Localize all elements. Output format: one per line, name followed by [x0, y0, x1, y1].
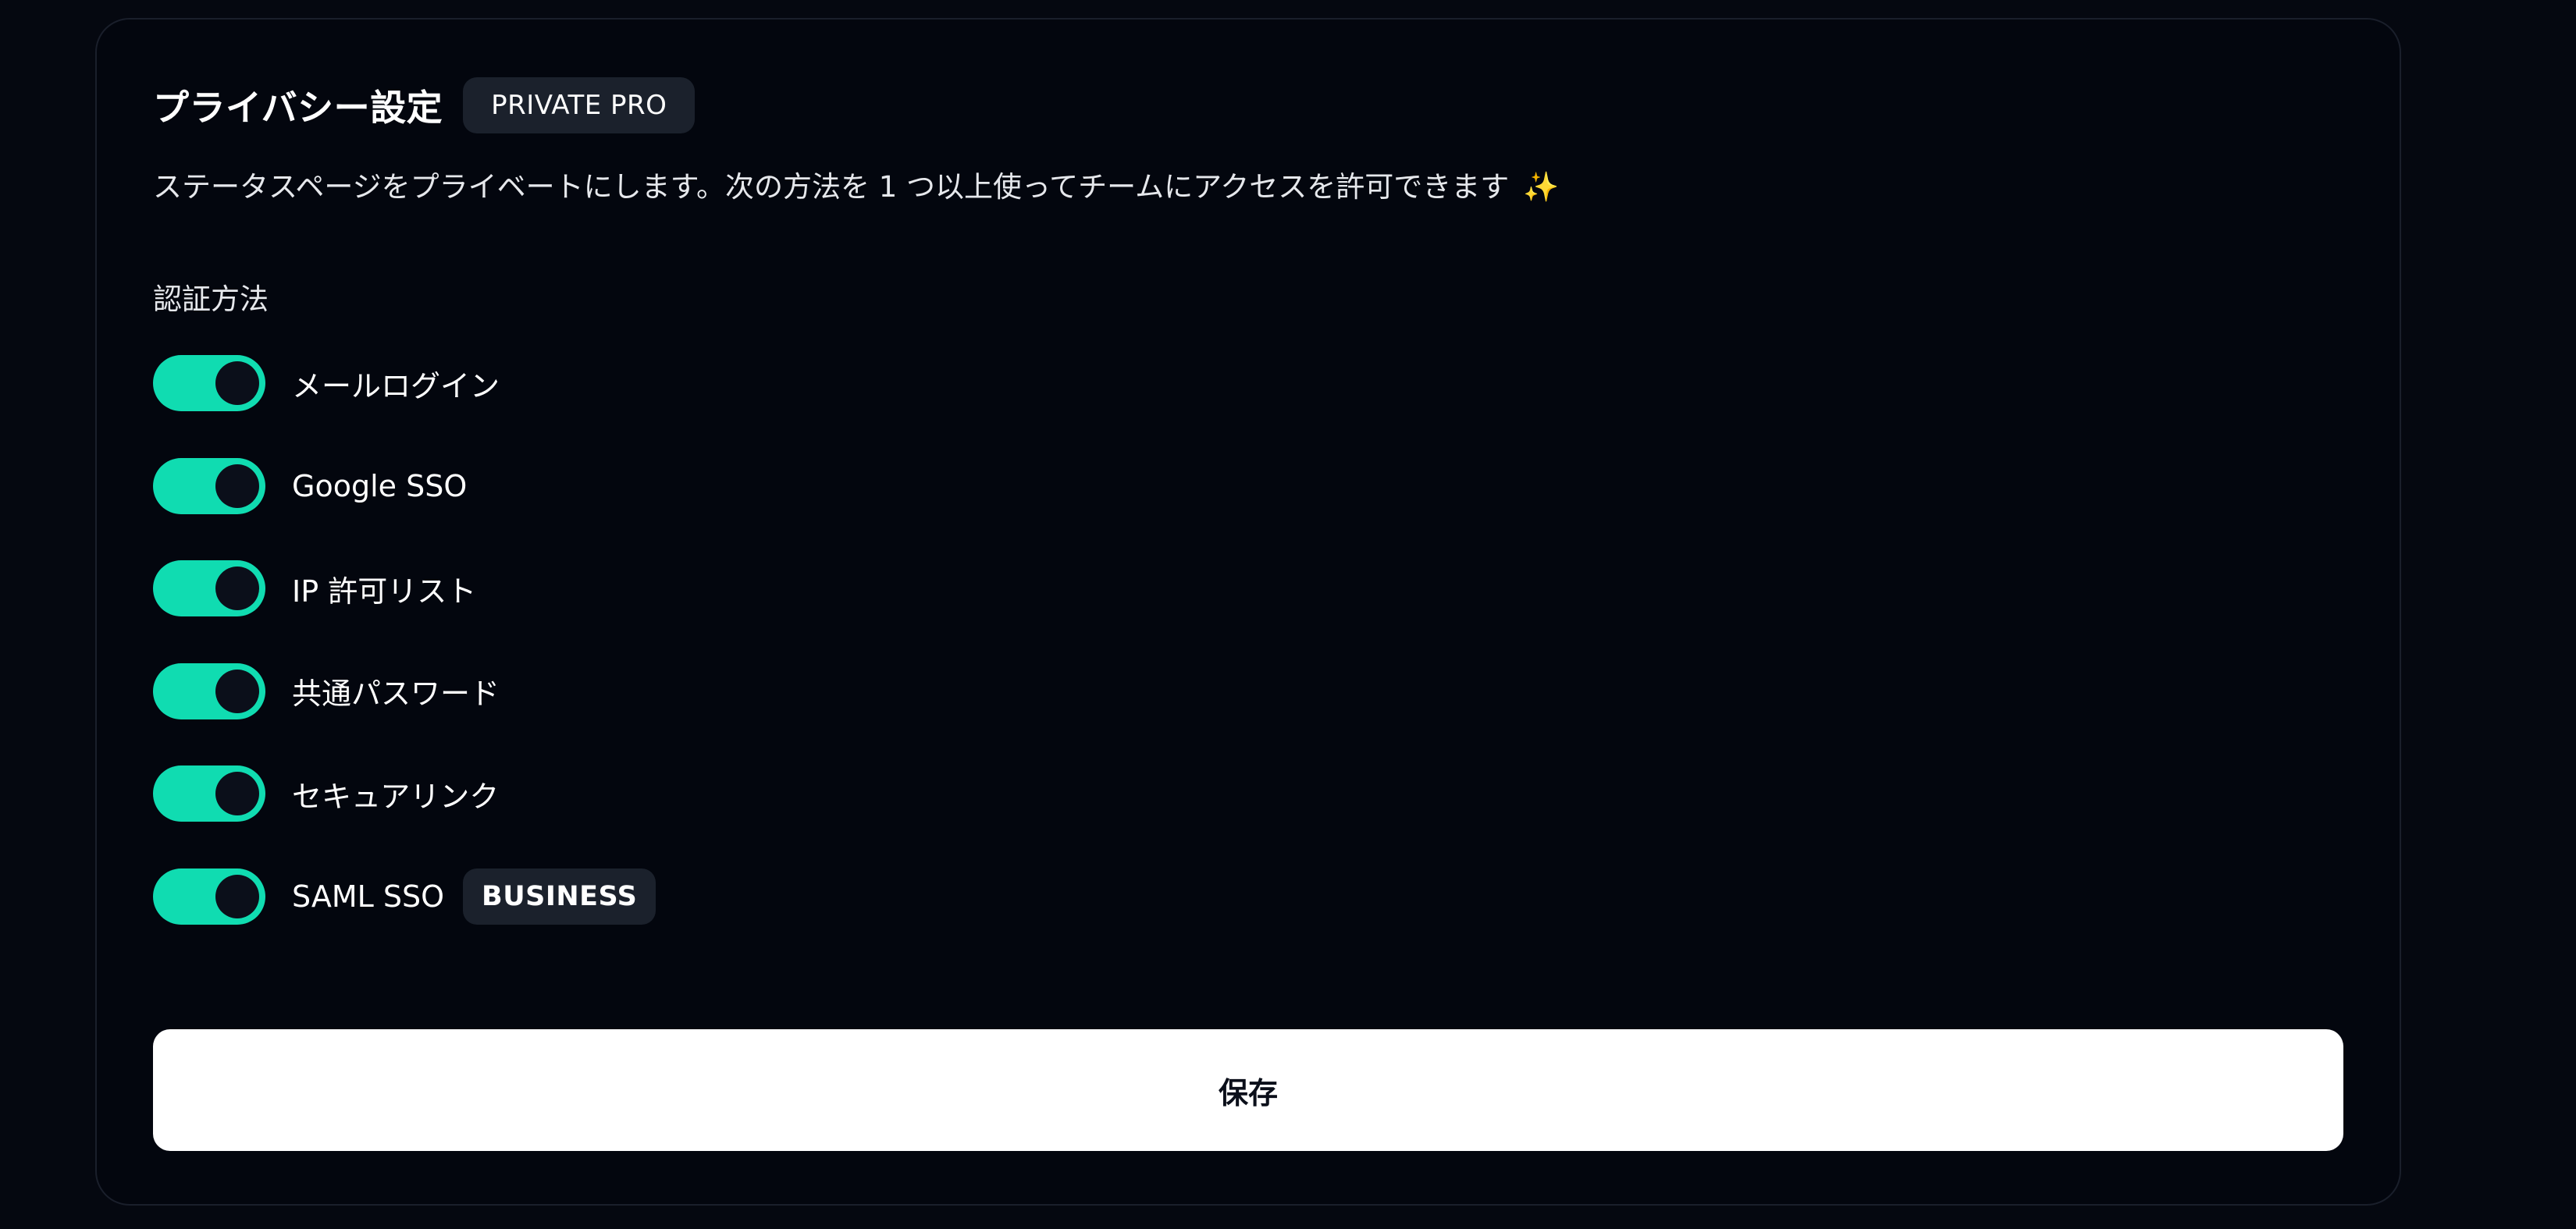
- plan-badge: PRIVATE PRO: [463, 77, 696, 133]
- saml-sso-label: SAML SSO: [292, 879, 445, 914]
- ip-allowlist-toggle[interactable]: [153, 560, 265, 616]
- shared-password-label: 共通パスワード: [292, 677, 500, 711]
- toggle-knob: [215, 874, 259, 918]
- saml-sso-toggle[interactable]: [153, 868, 265, 925]
- privacy-description: ステータスページをプライベートにします。次の方法を 1 つ以上使ってチームにアク…: [153, 163, 1559, 205]
- secure-link-toggle[interactable]: [153, 765, 265, 822]
- business-badge: BUSINESS: [463, 868, 656, 925]
- auth-method-secure-link: セキュアリンク: [153, 764, 656, 823]
- toggle-knob: [215, 464, 259, 508]
- auth-methods-label: 認証方法: [153, 282, 269, 316]
- email-login-toggle[interactable]: [153, 355, 265, 411]
- description-text: ステータスページをプライベートにします。次の方法を 1 つ以上使ってチームにアク…: [153, 170, 1510, 204]
- privacy-settings-card: プライバシー設定 PRIVATE PRO ステータスページをプライベートにします…: [95, 18, 2401, 1206]
- toggle-knob: [215, 361, 259, 405]
- auth-method-ip-allowlist: IP 許可リスト: [153, 559, 656, 618]
- secure-link-label: セキュアリンク: [292, 779, 500, 814]
- auth-methods-list: メールログイン Google SSO IP 許可リスト 共通パスワード セキュア…: [153, 353, 656, 969]
- auth-method-google-sso: Google SSO: [153, 456, 656, 516]
- save-button[interactable]: 保存: [153, 1029, 2343, 1151]
- shared-password-toggle[interactable]: [153, 662, 265, 719]
- ip-allowlist-label: IP 許可リスト: [292, 574, 477, 609]
- privacy-header: プライバシー設定 PRIVATE PRO: [153, 76, 696, 135]
- privacy-settings-content: プライバシー設定 PRIVATE PRO ステータスページをプライベートにします…: [153, 20, 2343, 1204]
- google-sso-toggle[interactable]: [153, 457, 265, 514]
- sparkle-icon: ✨: [1523, 170, 1560, 204]
- toggle-knob: [215, 772, 259, 815]
- toggle-knob: [215, 669, 259, 713]
- toggle-knob: [215, 567, 259, 610]
- auth-method-email-login: メールログイン: [153, 353, 656, 413]
- auth-method-shared-password: 共通パスワード: [153, 662, 656, 721]
- email-login-label: メールログイン: [292, 368, 500, 403]
- google-sso-label: Google SSO: [292, 468, 468, 503]
- page-title: プライバシー設定: [153, 87, 443, 129]
- auth-method-saml-sso: SAML SSO BUSINESS: [153, 867, 656, 926]
